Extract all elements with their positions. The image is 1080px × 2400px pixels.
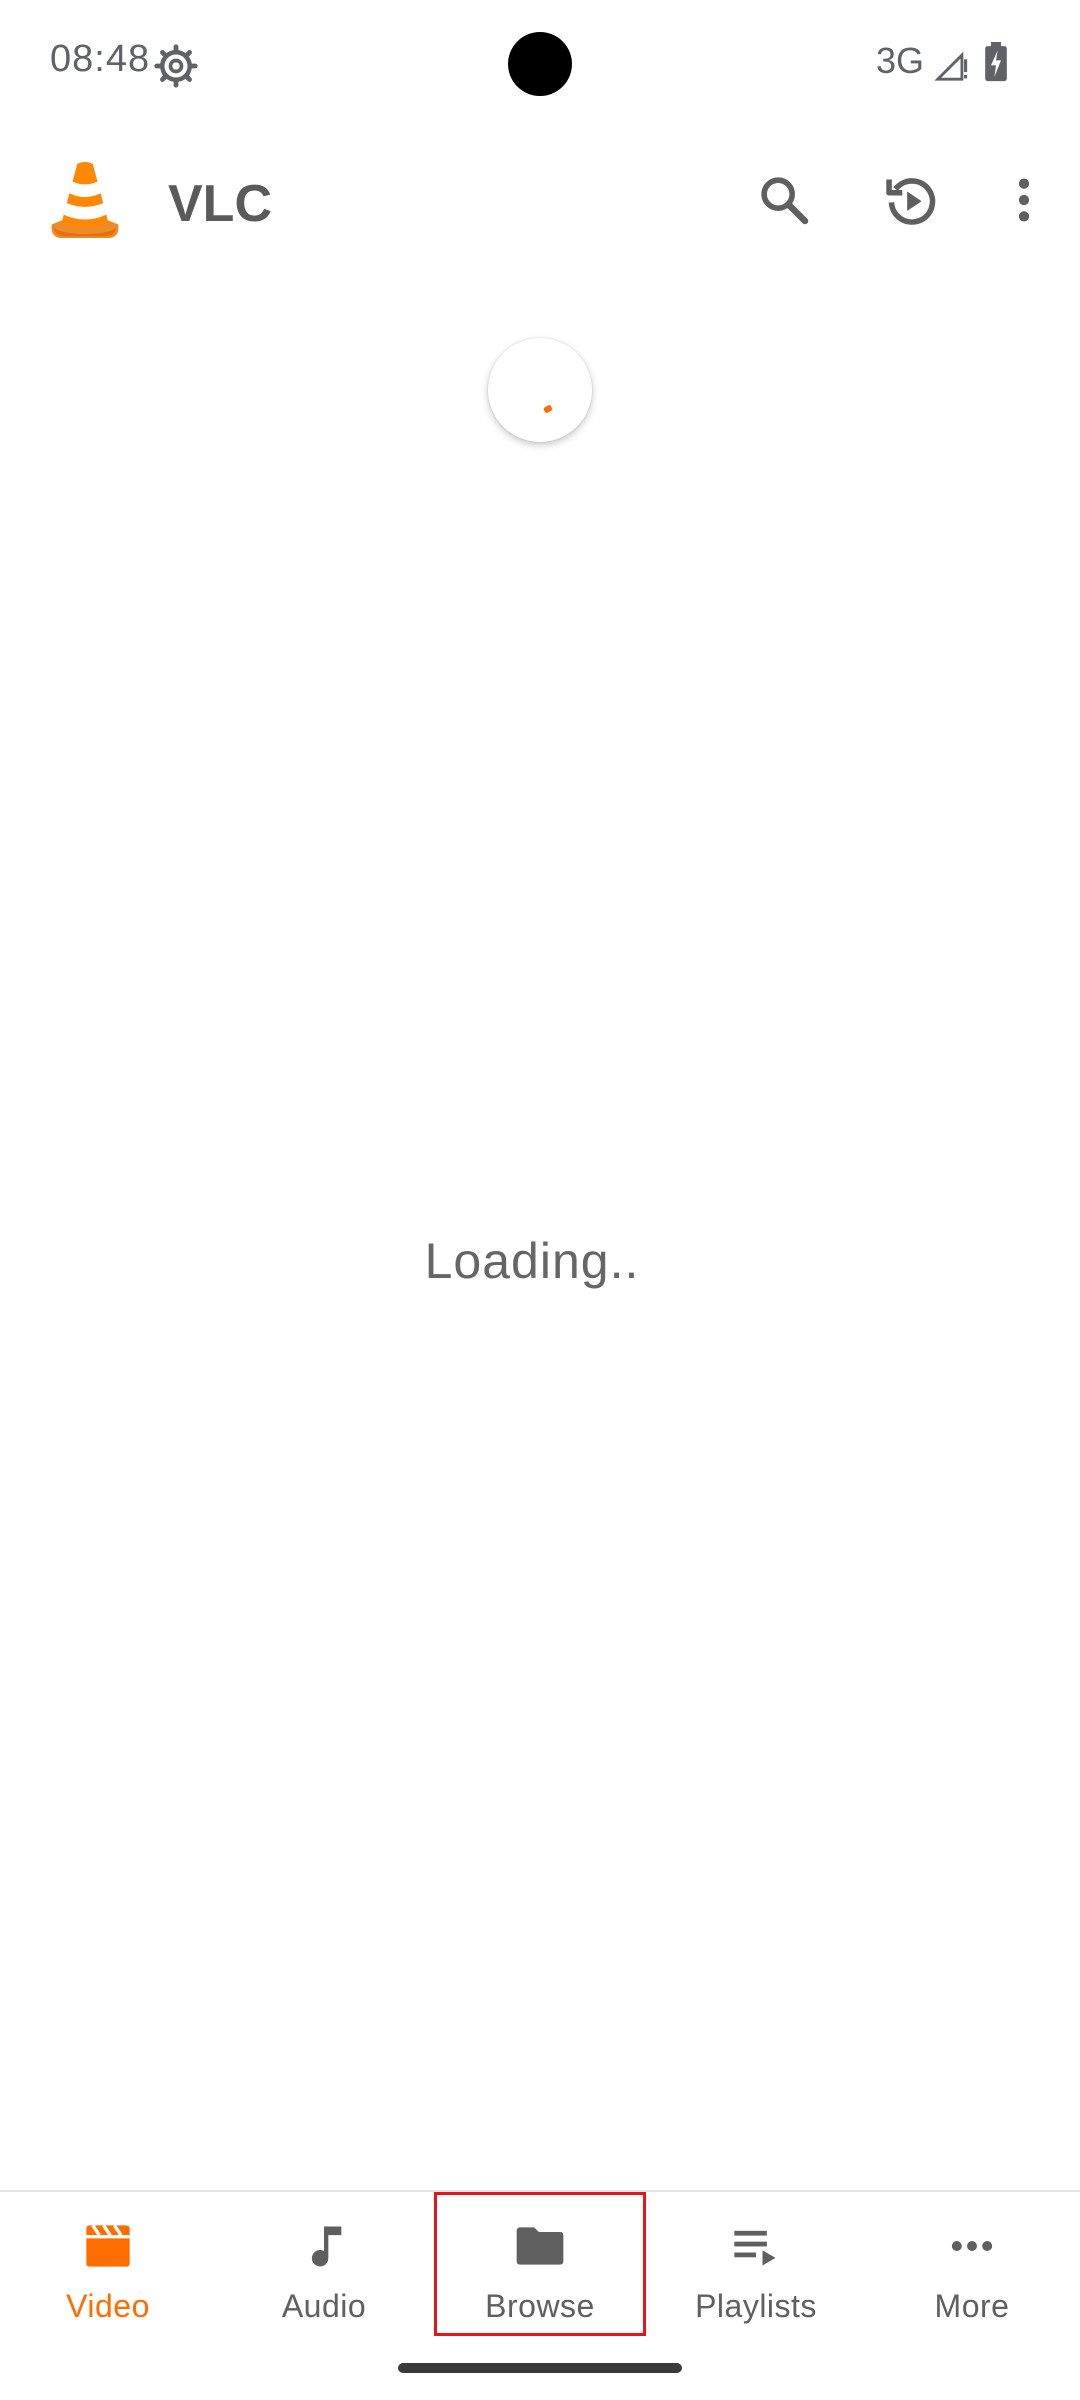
- home-indicator[interactable]: [398, 2363, 682, 2373]
- vlc-cone-icon: [51, 162, 119, 239]
- nav-item-more[interactable]: More: [864, 2192, 1080, 2342]
- search-icon: [761, 177, 809, 225]
- more-vert-icon: [1018, 178, 1030, 222]
- status-time: 08:48: [50, 38, 151, 80]
- loading-text: Loading..: [424, 1233, 640, 1289]
- playlist-icon: [734, 2230, 776, 2266]
- spinner-arc: [543, 404, 553, 414]
- network-type: 3G: [876, 40, 925, 81]
- status-bar: 08:48 3G: [0, 0, 1080, 130]
- nav-item-playlists[interactable]: Playlists: [648, 2192, 864, 2342]
- video-clapper-icon: [86, 2224, 130, 2267]
- camera-cutout: [508, 32, 572, 96]
- overflow-menu-button[interactable]: [986, 162, 1062, 238]
- more-horiz-icon: [951, 2241, 993, 2251]
- music-note-icon: [311, 2226, 342, 2267]
- nav-item-audio[interactable]: Audio: [216, 2192, 432, 2342]
- settings-gear-icon: [154, 44, 198, 88]
- nav-label: More: [934, 2288, 1010, 2324]
- app-title: VLC: [168, 175, 272, 233]
- nav-label: Audio: [281, 2288, 367, 2324]
- history-play-icon: [886, 178, 936, 225]
- nav-label: Browse: [485, 2288, 595, 2324]
- signal-icon: [934, 51, 968, 81]
- nav-label: Playlists: [695, 2288, 817, 2324]
- vlc-screen: 08:48 3G VLC Loading.. Video Audio Brows…: [0, 0, 1080, 2400]
- battery-charging-icon: [985, 42, 1007, 82]
- nav-label: Video: [66, 2288, 150, 2324]
- nav-item-browse[interactable]: Browse: [432, 2192, 648, 2342]
- folder-icon: [516, 2227, 564, 2265]
- app-bar: VLC: [0, 140, 1080, 262]
- nav-item-video[interactable]: Video: [0, 2192, 216, 2342]
- history-button[interactable]: [874, 162, 950, 238]
- search-button[interactable]: [746, 162, 822, 238]
- loading-spinner: [488, 338, 592, 442]
